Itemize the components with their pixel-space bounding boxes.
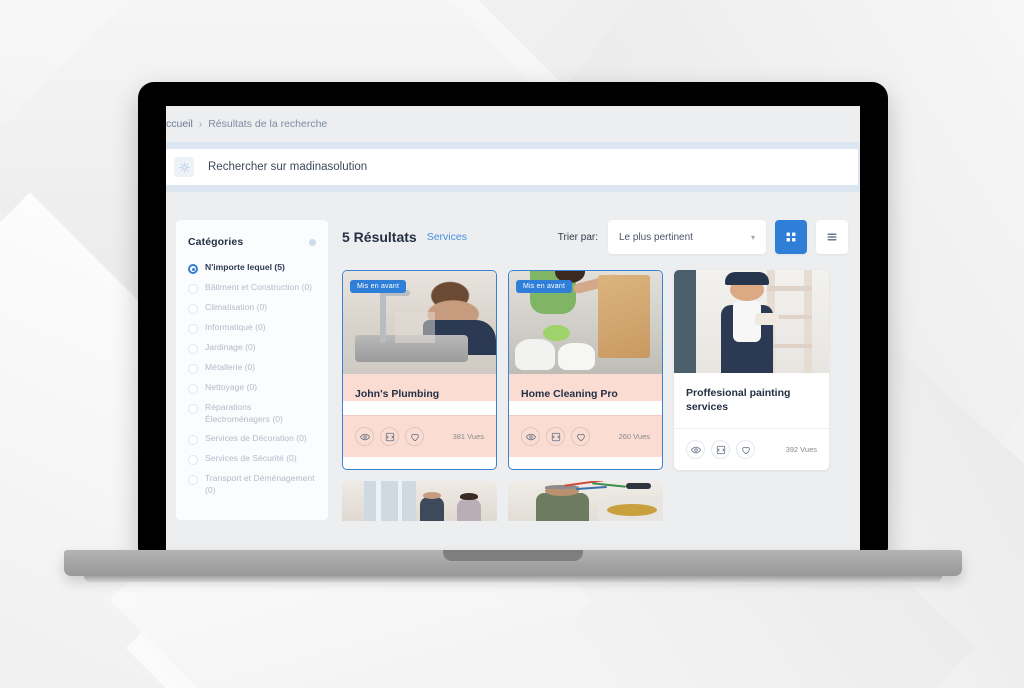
eye-icon[interactable]: [355, 427, 374, 447]
collapse-dot-icon[interactable]: [309, 238, 316, 246]
category-item[interactable]: Transport et Déménagement (0): [188, 473, 316, 496]
service-card[interactable]: Mis en avant John's Plumbing 381 Vues: [342, 270, 497, 471]
service-thumbnail: [674, 270, 829, 373]
breadcrumb-home[interactable]: ccueil: [166, 118, 193, 130]
service-card-partial[interactable]: [342, 481, 497, 522]
page-content: Catégories N'importe lequel (5) Bâtiment …: [166, 192, 860, 552]
category-label: N'importe lequel (5): [205, 262, 285, 272]
service-card-body: Home Cleaning Pro: [509, 374, 662, 402]
radio-icon[interactable]: [188, 344, 198, 354]
service-title[interactable]: John's Plumbing: [355, 387, 484, 401]
category-item[interactable]: Bâtiment et Construction (0): [188, 282, 316, 294]
category-item[interactable]: Services de Décoration (0): [188, 433, 316, 446]
laptop-base-notch: [443, 550, 583, 561]
service-card-body: John's Plumbing: [343, 374, 496, 402]
category-item[interactable]: Réparations Électroménagers (0): [188, 402, 316, 425]
sort-selected-value: Le plus pertinent: [619, 231, 693, 243]
service-card-footer: 392 Vues: [674, 428, 829, 470]
radio-icon[interactable]: [188, 404, 198, 414]
service-card-partial[interactable]: [508, 481, 663, 522]
radio-icon[interactable]: [188, 455, 198, 466]
service-card-footer: 260 Vues: [509, 415, 662, 458]
service-thumbnail: Mis en avant: [343, 271, 496, 374]
search-input[interactable]: Rechercher sur madinasolution: [208, 161, 367, 173]
service-thumbnail: [342, 481, 497, 522]
service-views: 381 Vues: [452, 432, 484, 442]
heart-icon[interactable]: [405, 427, 424, 447]
radio-icon[interactable]: [188, 364, 198, 374]
radio-icon[interactable]: [188, 384, 198, 394]
service-title[interactable]: Proffesional painting services: [686, 386, 817, 414]
compare-icon[interactable]: [546, 427, 565, 447]
category-list: N'importe lequel (5) Bâtiment et Construc…: [188, 262, 316, 496]
category-label: Réparations Électroménagers (0): [205, 402, 283, 424]
category-label: Services de Décoration (0): [205, 433, 307, 444]
service-card-body: Proffesional painting services: [674, 373, 829, 414]
category-label: Transport et Déménagement (0): [205, 473, 315, 495]
category-label: Bâtiment et Construction (0): [205, 282, 312, 292]
heart-icon[interactable]: [736, 440, 755, 460]
category-label: Climatisation (0): [205, 302, 268, 312]
category-item[interactable]: Métallerie (0): [188, 362, 316, 374]
results-count: 5 Résultats: [342, 229, 417, 245]
category-label: Services de Sécurité (0): [205, 453, 297, 464]
service-views: 392 Vues: [785, 445, 817, 455]
radio-icon[interactable]: [188, 435, 198, 446]
laptop-screen: ccueil › Résultats de la recherche Reche…: [166, 106, 860, 552]
results-main: 5 Résultats Services Trier par: Le plus …: [328, 220, 860, 552]
heart-icon[interactable]: [571, 427, 590, 447]
sort-select[interactable]: Le plus pertinent ▾: [608, 220, 766, 254]
chevron-down-icon: ▾: [750, 232, 755, 242]
service-views: 260 Vues: [618, 432, 650, 442]
radio-icon[interactable]: [188, 284, 198, 294]
category-item[interactable]: Jardinage (0): [188, 342, 316, 354]
grid-view-button[interactable]: [775, 220, 807, 254]
category-label: Jardinage (0): [205, 342, 256, 352]
service-title[interactable]: Home Cleaning Pro: [521, 387, 650, 401]
category-item[interactable]: N'importe lequel (5): [188, 262, 316, 274]
breadcrumb: ccueil › Résultats de la recherche: [166, 106, 860, 142]
eye-icon[interactable]: [521, 427, 540, 447]
search-band: Rechercher sur madinasolution: [166, 142, 860, 192]
service-card-footer: 381 Vues: [343, 415, 496, 458]
radio-icon[interactable]: [188, 304, 198, 314]
list-view-button[interactable]: [816, 220, 848, 254]
laptop-mockup: ccueil › Résultats de la recherche Reche…: [64, 82, 962, 582]
laptop-lid: ccueil › Résultats de la recherche Reche…: [138, 82, 888, 552]
radio-icon[interactable]: [188, 475, 198, 486]
service-thumbnail: Mis en avant: [509, 271, 662, 374]
featured-badge: Mis en avant: [516, 280, 573, 293]
results-card-grid: Mis en avant John's Plumbing 381 Vues Mis e…: [342, 270, 848, 471]
service-card[interactable]: Proffesional painting services 392 Vues: [674, 270, 829, 471]
category-item[interactable]: Services de Sécurité (0): [188, 453, 316, 466]
breadcrumb-current: Résultats de la recherche: [208, 118, 328, 130]
compare-icon[interactable]: [380, 427, 399, 447]
radio-icon[interactable]: [188, 264, 198, 274]
category-item[interactable]: Climatisation (0): [188, 302, 316, 314]
laptop-base-foot: [84, 576, 942, 582]
compare-icon[interactable]: [711, 440, 730, 460]
eye-icon[interactable]: [686, 440, 705, 460]
category-label: Nettoyage (0): [205, 382, 258, 392]
search-bar[interactable]: Rechercher sur madinasolution: [166, 149, 858, 185]
results-card-grid-row2: [342, 481, 848, 522]
service-card[interactable]: Mis en avant Home Cleaning Pro 260 Vues: [508, 270, 663, 471]
service-thumbnail: [508, 481, 663, 522]
radio-icon[interactable]: [188, 324, 198, 334]
laptop-base: [64, 550, 962, 582]
category-item[interactable]: Informatique (0): [188, 322, 316, 334]
sidebar-header: Catégories: [188, 236, 316, 248]
sidebar-title: Catégories: [188, 236, 244, 248]
featured-badge: Mis en avant: [350, 280, 407, 293]
results-type-link[interactable]: Services: [427, 231, 467, 243]
sort-label: Trier par:: [557, 231, 598, 243]
categories-sidebar: Catégories N'importe lequel (5) Bâtiment …: [176, 220, 328, 520]
breadcrumb-separator-icon: ›: [198, 118, 203, 130]
results-toolbar: 5 Résultats Services Trier par: Le plus …: [342, 220, 848, 254]
lightbulb-icon: [174, 157, 194, 177]
category-label: Métallerie (0): [205, 362, 256, 372]
category-item[interactable]: Nettoyage (0): [188, 382, 316, 394]
category-label: Informatique (0): [205, 322, 266, 332]
